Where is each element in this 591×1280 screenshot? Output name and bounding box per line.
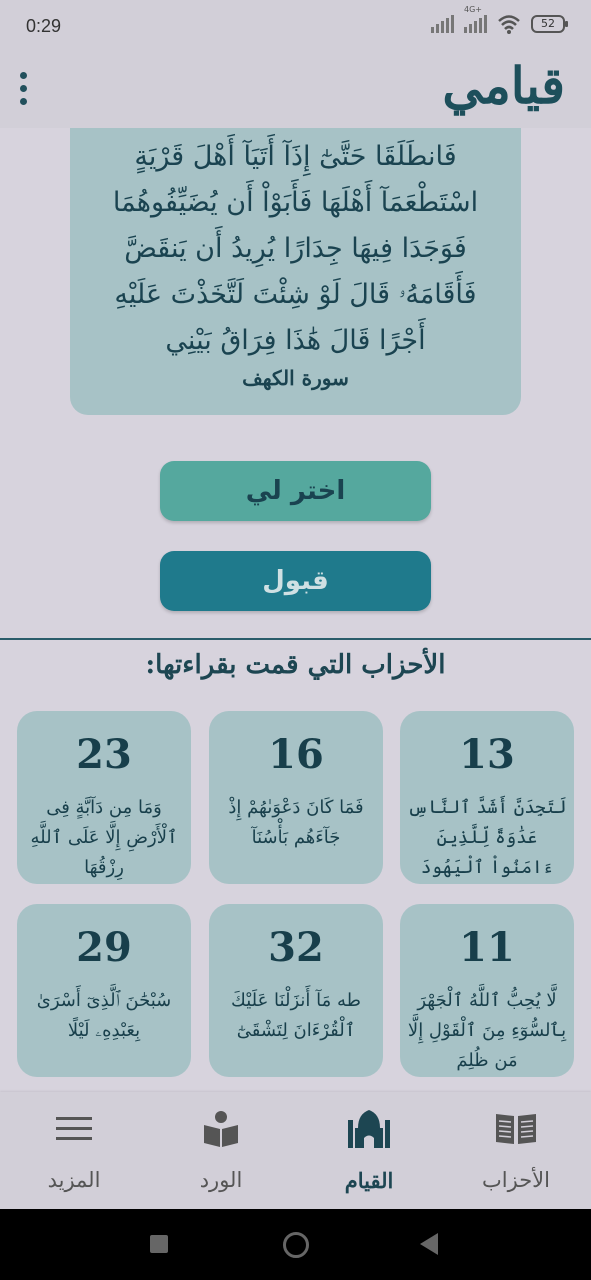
surah-name: سورة الكهف: [242, 366, 349, 390]
hizb-number: 29: [76, 924, 132, 971]
nav-label: الأحزاب: [482, 1168, 550, 1192]
accept-button[interactable]: قبول: [160, 551, 431, 611]
hizb-opening-text: وَمَا مِن دَآبَّةٍ فِى ٱلْأَرْضِ إِلَّا …: [30, 797, 178, 878]
bottom-nav: الأحزاب القيام الورد المزيد: [0, 1092, 591, 1209]
ayah-text: فَانطَلَقَا حَتَّىٰٓ إِذَآ أَتَيَآ أَهْل…: [112, 141, 479, 356]
ayah-card: فَانطَلَقَا حَتَّىٰٓ إِذَآ أَتَيَآ أَهْل…: [70, 128, 521, 415]
nav-qiyam[interactable]: القيام: [309, 1104, 429, 1199]
network-type-label: 4G+: [464, 5, 482, 14]
menu-icon: [56, 1117, 92, 1140]
hizb-card[interactable]: 23 وَمَا مِن دَآبَّةٍ فِى ٱلْأَرْضِ إِلَ…: [17, 711, 191, 884]
nav-wird[interactable]: الورد: [161, 1104, 281, 1199]
status-icons: 4G+ 52: [431, 5, 568, 34]
app-bar: قيامي: [0, 56, 591, 128]
system-nav-bar: [0, 1209, 591, 1280]
book-icon: [496, 1114, 536, 1144]
nav-label: الورد: [199, 1168, 243, 1192]
reader-icon: [204, 1111, 238, 1147]
hizb-opening-text: لَّا يُحِبُّ ٱللَّهُ ٱلْجَهْرَ بِٱلسُّوٓ…: [407, 990, 567, 1071]
hizb-opening-text: سُبْحَٰنَ ٱلَّذِىٓ أَسْرَىٰ بِعَبْدِهِۦ …: [36, 990, 172, 1041]
hizb-opening-text: فَمَا كَانَ دَعْوَىٰهُمْ إِذْ جَآءَهُم ب…: [228, 797, 364, 848]
hizb-card[interactable]: 29 سُبْحَٰنَ ٱلَّذِىٓ أَسْرَىٰ بِعَبْدِه…: [17, 904, 191, 1077]
nav-label: القيام: [344, 1168, 394, 1193]
signal-icon: [431, 15, 454, 33]
hizb-number: 32: [268, 924, 324, 971]
read-ahzab-title: الأحزاب التي قمت بقراءتها:: [145, 650, 446, 680]
home-icon[interactable]: [283, 1232, 309, 1258]
back-icon[interactable]: [420, 1233, 438, 1255]
recents-icon[interactable]: [150, 1235, 168, 1253]
hizb-number: 13: [459, 731, 515, 778]
signal-4g-icon: 4G+: [464, 5, 487, 33]
nav-label: المزيد: [47, 1168, 101, 1192]
hizb-opening-text: طه مَآ أَنزَلْنَا عَلَيْكَ ٱلْقُرْءَانَ …: [231, 990, 361, 1041]
wifi-icon: [498, 15, 520, 34]
nav-more[interactable]: المزيد: [14, 1104, 134, 1199]
status-bar: 0:29 4G+ 52: [0, 0, 591, 56]
hizb-number: 16: [268, 731, 324, 778]
overflow-menu-icon[interactable]: [14, 68, 32, 108]
battery-icon: 52: [531, 15, 568, 33]
choose-for-me-button[interactable]: اختر لي: [160, 461, 431, 521]
hizb-card[interactable]: 11 لَّا يُحِبُّ ٱللَّهُ ٱلْجَهْرَ بِٱلسُ…: [400, 904, 574, 1077]
app-title: قيامي: [442, 56, 565, 115]
hizb-card[interactable]: 16 فَمَا كَانَ دَعْوَىٰهُمْ إِذْ جَآءَهُ…: [209, 711, 383, 884]
hizb-number: 23: [76, 731, 132, 778]
hizb-card[interactable]: 13 لَتَجِدَنَّ أَشَدَّ ٱلنَّاسِ عَدَٰوَة…: [400, 711, 574, 884]
hizb-number: 11: [459, 924, 515, 971]
status-time: 0:29: [26, 16, 62, 36]
divider: [0, 638, 591, 640]
mosque-icon: [348, 1110, 390, 1148]
hizb-opening-text: لَتَجِدَنَّ أَشَدَّ ٱلنَّاسِ عَدَٰوَةً ل…: [407, 797, 567, 878]
nav-ahzab[interactable]: الأحزاب: [456, 1104, 576, 1199]
hizb-card[interactable]: 32 طه مَآ أَنزَلْنَا عَلَيْكَ ٱلْقُرْءَا…: [209, 904, 383, 1077]
